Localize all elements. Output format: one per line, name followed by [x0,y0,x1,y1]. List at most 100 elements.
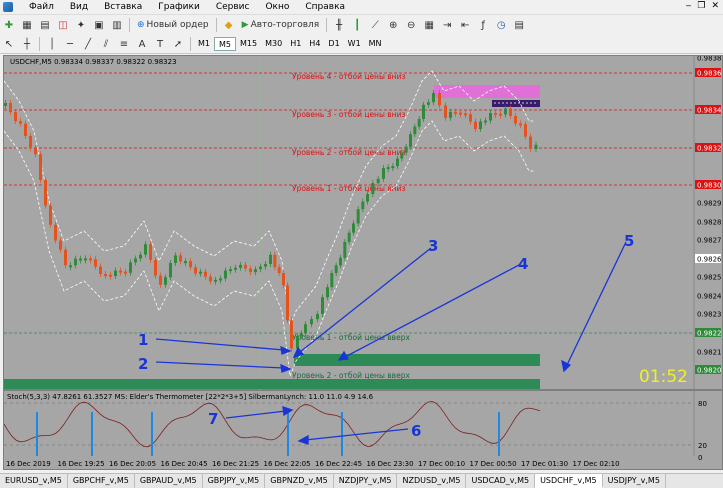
terminal-icon[interactable]: ▣ [91,17,107,33]
chart-window[interactable]: USDCHF,M5 0.98334 0.98337 0.98322 0.9832… [3,55,723,470]
menu-charts[interactable]: Графики [150,0,208,15]
candle-body [509,108,512,116]
candle-body [347,232,351,242]
chart-tab[interactable]: EURUSD_v,M5 [0,474,68,488]
candle-body [409,134,412,147]
crosshair-icon[interactable]: ┼ [19,36,35,52]
time-axis-label: 16 Dec 19:25 [58,460,105,468]
autoscroll-icon[interactable]: ⇥ [439,17,455,33]
trendline-icon[interactable]: ╱ [80,36,96,52]
chart-tab[interactable]: GBPNZD_v,M5 [265,474,334,488]
restore-icon[interactable]: ❐ [697,1,705,11]
time-axis-label: 17 Dec 01:30 [521,460,568,468]
time-axis-label: 16 Dec 22:45 [315,460,362,468]
timeframe-m30[interactable]: M30 [261,37,286,51]
candle-body [514,116,517,124]
candle-body [339,257,342,266]
timeframe-h1[interactable]: H1 [286,37,305,51]
chart-shift-icon[interactable]: ⇤ [457,17,473,33]
chart-tab[interactable]: GBPCHF_v,M5 [68,474,135,488]
candle-body [184,261,187,264]
chart-tab[interactable]: USDCHF_v,M5 [535,474,603,488]
chart-tab[interactable]: USDJPY_v,M5 [603,474,666,488]
envelope-line [4,120,535,377]
label-icon[interactable]: T [152,36,168,52]
timeframe-h4[interactable]: H4 [305,37,324,51]
bar-chart-icon[interactable]: ╫ [331,17,347,33]
timeframe-d1[interactable]: D1 [324,37,343,51]
market-watch-icon[interactable]: ▤ [37,17,53,33]
fibonacci-icon[interactable]: ≡ [116,36,132,52]
timeframe-m5[interactable]: M5 [214,37,236,51]
candle-body [296,336,299,349]
chart-tab[interactable]: GBPJPY_v,M5 [203,474,266,488]
line-chart-icon[interactable]: ⟋ [367,17,383,33]
menu-insert[interactable]: Вставка [96,0,150,15]
candle-body [464,113,467,116]
candle-body [29,136,32,149]
annotation-1: 1 [138,331,148,349]
periods-icon[interactable]: ◷ [493,17,509,33]
candle-body [304,324,307,334]
candle-body [9,103,12,113]
timeframe-m15[interactable]: M15 [236,37,261,51]
menu-tools[interactable]: Сервис [208,0,258,15]
chart-tab[interactable]: GBPAUD_v,M5 [135,474,203,488]
horizontal-line-icon[interactable]: ─ [62,36,78,52]
indicators-icon[interactable]: ƒ [475,17,491,33]
menu-bar: Файл Вид Вставка Графики Сервис Окно Спр… [0,0,723,15]
close-icon[interactable]: ✕ [711,1,719,11]
candle-body [326,287,329,298]
zoom-in-icon[interactable]: ⊕ [385,17,401,33]
candle-body [356,209,360,224]
menu-view[interactable]: Вид [62,0,96,15]
candle-body [139,254,142,259]
candle-body [386,167,390,170]
data-window-icon[interactable]: ◫ [55,17,71,33]
metaeditor-icon[interactable]: ◆ [221,17,237,33]
bar-countdown: 01:52 [639,367,688,387]
templates-icon[interactable]: ▤ [511,17,527,33]
new-order-label: Новый ордер [146,20,209,30]
candle-body [4,103,7,106]
resistance-levels: Уровень 4 - отбой цены вниз Уровень 3 - … [4,72,694,193]
candle-body [432,93,435,103]
zoom-out-icon[interactable]: ⊖ [403,17,419,33]
candle-body [286,285,289,321]
candle-body [229,269,232,272]
price-chart[interactable]: Уровень 4 - отбой цены вниз Уровень 3 - … [4,56,722,469]
candle-body [174,255,177,263]
new-chart-icon[interactable]: ✚ [1,17,17,33]
timeframe-w1[interactable]: W1 [344,37,365,51]
candle-body [189,261,192,268]
menu-help[interactable]: Справка [297,0,353,15]
candlestick-icon[interactable]: ┃ [349,17,365,33]
equidistant-channel-icon[interactable]: ⫽ [98,36,114,52]
auto-trading-button[interactable]: ▶ Авто-торговля [239,17,323,33]
text-icon[interactable]: A [134,36,150,52]
timeframe-mn[interactable]: MN [365,37,386,51]
vertical-line-icon[interactable]: │ [44,36,60,52]
chart-tab[interactable]: USDCAD_v,M5 [466,474,536,488]
profiles-icon[interactable]: ▦ [19,17,35,33]
new-order-button[interactable]: ⊕ Новый ордер [134,17,212,33]
tile-windows-icon[interactable]: ▦ [421,17,437,33]
arrows-icon[interactable]: ➚ [170,36,186,52]
level-4-label: Уровень 4 - отбой цены вниз [292,72,405,81]
timeframe-m1[interactable]: M1 [194,37,214,51]
price-axis: 0.98362 0.98343 0.98324 0.98305 0.98286 0.982… [693,56,722,456]
minimize-icon[interactable]: ‒ [686,1,692,11]
candle-body [290,320,293,349]
candle-body [169,263,172,278]
time-axis-label: 16 Dec 20:05 [109,460,156,468]
time-axis-label: 17 Dec 02:10 [573,460,620,468]
chart-tab[interactable]: NZDUSD_v,M5 [397,474,467,488]
tester-icon[interactable]: ▥ [109,17,125,33]
navigator-icon[interactable]: ✦ [73,17,89,33]
menu-file[interactable]: Файл [21,0,62,15]
candle-body [14,112,17,122]
cursor-icon[interactable]: ↖ [1,36,17,52]
menu-window[interactable]: Окно [257,0,297,15]
candle-body [469,114,472,122]
chart-tab[interactable]: NZDJPY_v,M5 [334,474,398,488]
